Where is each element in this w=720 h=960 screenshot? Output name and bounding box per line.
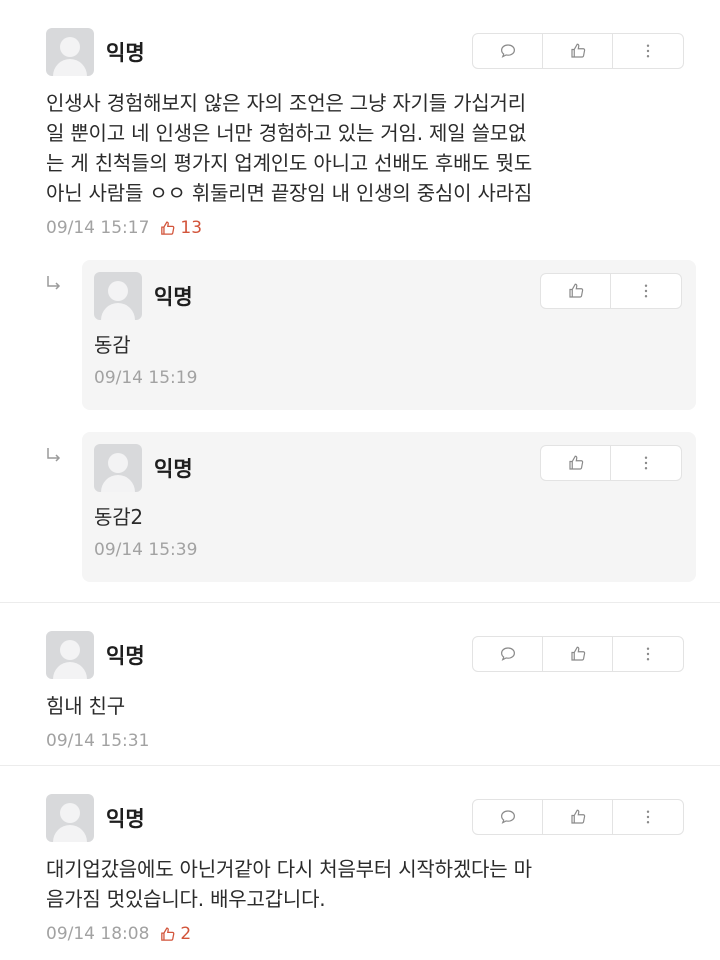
reply: 익명 동감 09/14 15:19 bbox=[82, 260, 696, 410]
comment: 익명 힘내 친구 09/14 15:31 bbox=[0, 603, 720, 766]
author-name: 익명 bbox=[106, 807, 145, 831]
author-name: 익명 bbox=[154, 457, 193, 481]
timestamp: 09/14 15:17 bbox=[46, 218, 150, 238]
reply-actions bbox=[540, 445, 682, 481]
comment-meta: 09/14 15:31 bbox=[46, 731, 686, 751]
like-count: 13 bbox=[159, 218, 202, 238]
avatar bbox=[46, 28, 94, 76]
timestamp: 09/14 15:31 bbox=[46, 731, 150, 751]
avatar-head-shape bbox=[60, 37, 80, 57]
timestamp: 09/14 15:39 bbox=[94, 540, 198, 560]
author-name: 익명 bbox=[154, 285, 193, 309]
author-name: 익명 bbox=[106, 41, 145, 65]
avatar-body-shape bbox=[101, 303, 135, 320]
comment: 익명 대기업갔음에도 아닌거같아 다시 처음부터 시작하겠다는 마 음가짐 멋있… bbox=[0, 766, 720, 958]
comment-meta: 09/14 18:08 2 bbox=[46, 924, 686, 944]
speech-bubble-icon bbox=[500, 647, 515, 661]
comment-actions bbox=[472, 33, 684, 69]
comment-actions bbox=[472, 636, 684, 672]
avatar-body-shape bbox=[53, 59, 87, 76]
comment-meta: 09/14 15:17 13 bbox=[46, 218, 686, 238]
thumbs-up-icon bbox=[161, 926, 175, 941]
avatar bbox=[46, 794, 94, 842]
like-button[interactable] bbox=[543, 636, 613, 672]
avatar bbox=[94, 444, 142, 492]
reply-text: 동감 bbox=[94, 333, 131, 357]
more-vertical-icon bbox=[644, 284, 648, 298]
like-count: 2 bbox=[159, 924, 191, 944]
avatar-body-shape bbox=[101, 475, 135, 492]
reply-button[interactable] bbox=[473, 636, 543, 672]
reply-container: 익명 동감2 09/14 15:39 bbox=[0, 432, 720, 582]
avatar-head-shape bbox=[108, 453, 128, 473]
author-name: 익명 bbox=[106, 644, 145, 668]
more-vertical-icon bbox=[646, 810, 650, 824]
like-count-value: 13 bbox=[180, 218, 203, 238]
comment-text: 인생사 경험해보지 않은 자의 조언은 그냥 자기들 가십거리 일 뿐이고 네 … bbox=[46, 91, 533, 205]
thumbs-up-icon bbox=[568, 455, 583, 470]
avatar-body-shape bbox=[53, 825, 87, 842]
more-button[interactable] bbox=[611, 273, 681, 309]
more-button[interactable] bbox=[613, 636, 683, 672]
avatar bbox=[94, 272, 142, 320]
speech-bubble-icon bbox=[500, 44, 515, 58]
more-button[interactable] bbox=[613, 33, 683, 69]
timestamp: 09/14 15:19 bbox=[94, 368, 198, 388]
reply-button[interactable] bbox=[473, 33, 543, 69]
speech-bubble-icon bbox=[500, 810, 515, 824]
avatar-head-shape bbox=[60, 640, 80, 660]
reply-arrow-icon bbox=[47, 276, 61, 290]
thumbs-up-icon bbox=[570, 809, 585, 824]
more-vertical-icon bbox=[646, 647, 650, 661]
more-button[interactable] bbox=[611, 445, 681, 481]
thumbs-up-icon bbox=[570, 43, 585, 58]
thumbs-up-icon bbox=[568, 283, 583, 298]
reply-text: 동감2 bbox=[94, 505, 143, 529]
comment-text: 힘내 친구 bbox=[46, 694, 125, 718]
avatar-head-shape bbox=[108, 281, 128, 301]
comment-actions bbox=[472, 799, 684, 835]
reply-meta: 09/14 15:39 bbox=[94, 540, 676, 560]
reply: 익명 동감2 09/14 15:39 bbox=[82, 432, 696, 582]
avatar bbox=[46, 631, 94, 679]
like-button[interactable] bbox=[541, 273, 611, 309]
timestamp: 09/14 18:08 bbox=[46, 924, 150, 944]
thumbs-up-icon bbox=[570, 646, 585, 661]
reply-button[interactable] bbox=[473, 799, 543, 835]
comment: 익명 인생사 경험해보지 않은 자의 조언은 그냥 자기들 가십거리 일 뿐이고… bbox=[0, 0, 720, 603]
comment-thread: 익명 인생사 경험해보지 않은 자의 조언은 그냥 자기들 가십거리 일 뿐이고… bbox=[0, 0, 720, 960]
more-vertical-icon bbox=[646, 44, 650, 58]
reply-actions bbox=[540, 273, 682, 309]
comment-text: 대기업갔음에도 아닌거같아 다시 처음부터 시작하겠다는 마 음가짐 멋있습니다… bbox=[46, 857, 532, 911]
more-vertical-icon bbox=[644, 456, 648, 470]
like-button[interactable] bbox=[541, 445, 611, 481]
like-count-value: 2 bbox=[180, 924, 192, 944]
avatar-head-shape bbox=[60, 803, 80, 823]
reply-meta: 09/14 15:19 bbox=[94, 368, 676, 388]
like-button[interactable] bbox=[543, 799, 613, 835]
reply-arrow-icon bbox=[47, 448, 61, 462]
like-button[interactable] bbox=[543, 33, 613, 69]
reply-container: 익명 동감 09/14 15:19 bbox=[0, 260, 720, 410]
thumbs-up-icon bbox=[161, 220, 175, 235]
avatar-body-shape bbox=[53, 662, 87, 679]
more-button[interactable] bbox=[613, 799, 683, 835]
